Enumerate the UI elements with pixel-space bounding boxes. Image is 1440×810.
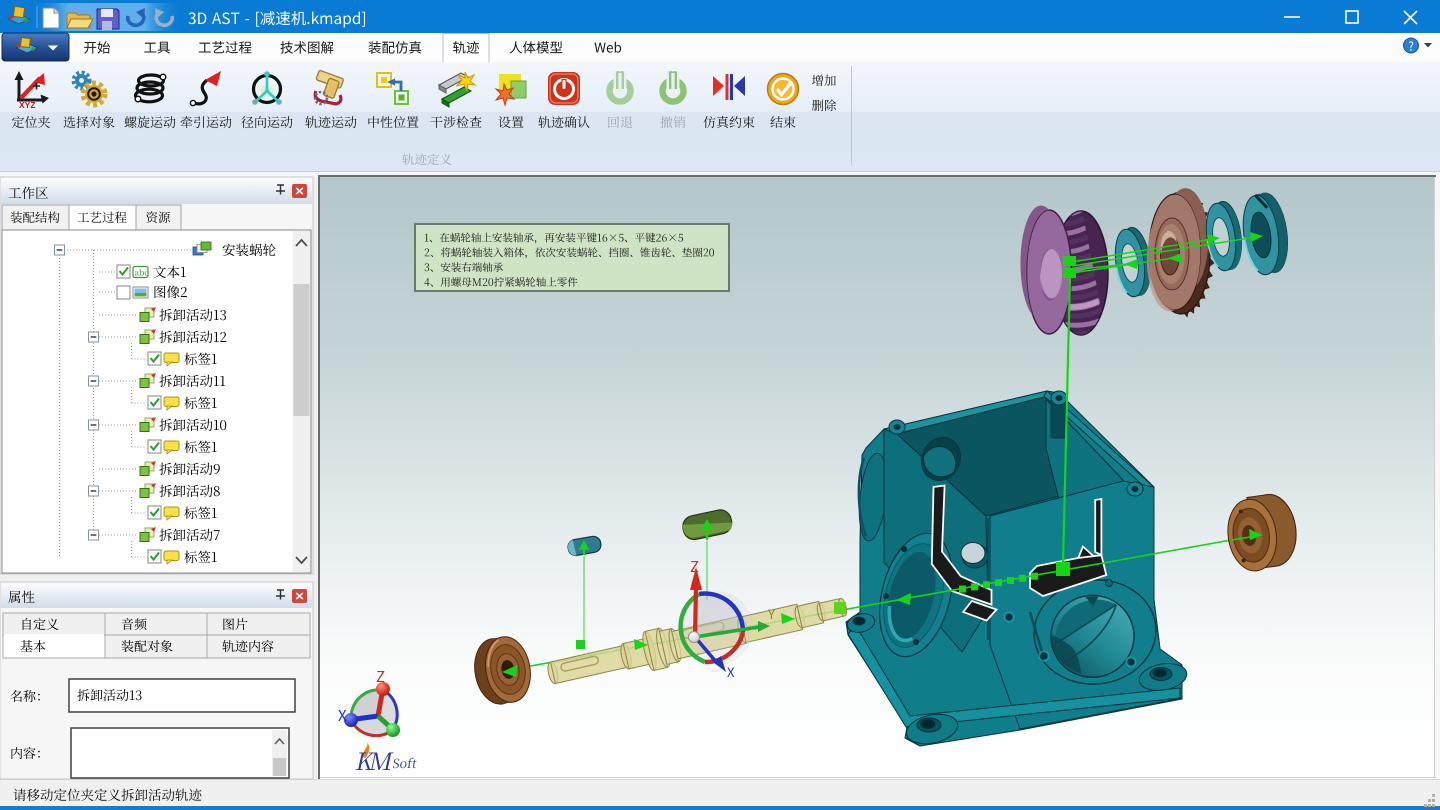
svg-text:XYZ: XYZ <box>19 100 36 110</box>
